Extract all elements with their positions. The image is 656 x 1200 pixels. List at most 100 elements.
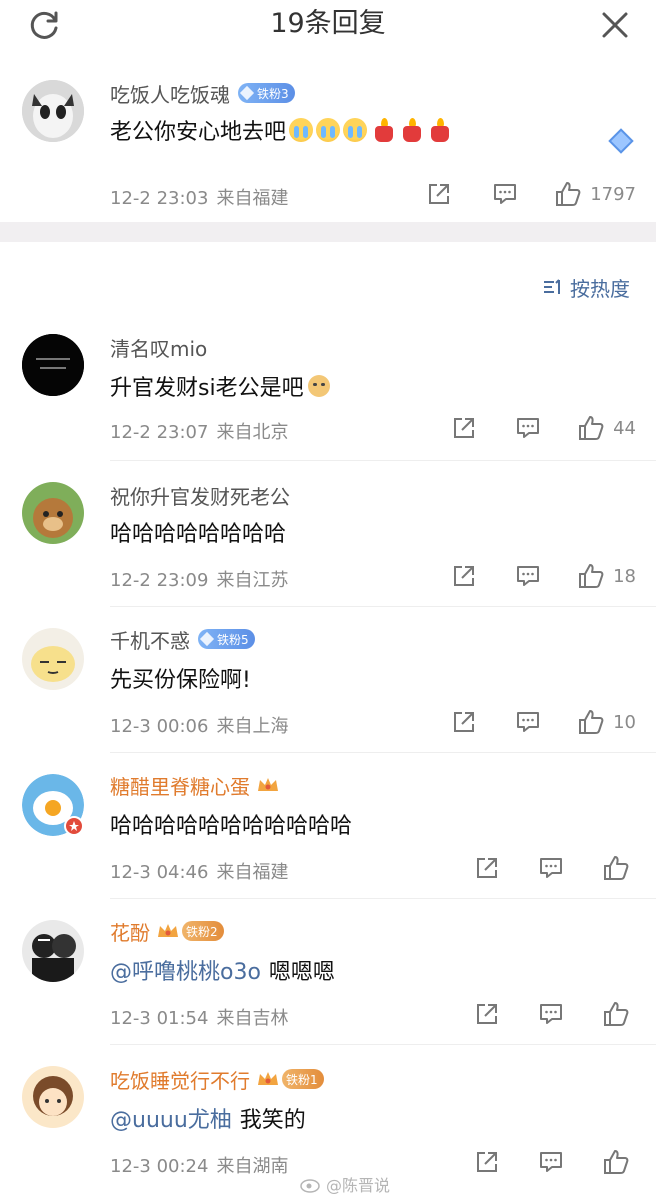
crown-icon: [258, 1072, 278, 1085]
comment-actions: [474, 1148, 630, 1176]
page-title: 19条回复: [270, 8, 386, 39]
like-button[interactable]: 10: [577, 708, 636, 736]
comment-text: 升官发财si老公是吧: [110, 370, 330, 402]
username[interactable]: 糖醋里脊糖心蛋: [110, 771, 250, 800]
comment-icon[interactable]: [515, 415, 541, 441]
reply-item: 花酚 铁粉2 @呼噜桃桃o3o 嗯嗯嗯 12-3 01:54 来自吉林: [0, 900, 656, 1046]
thumbs-up-icon: [556, 182, 581, 206]
comment-actions: 10: [451, 708, 636, 736]
comment-text: @uuuu尤柚 我笑的: [110, 1102, 306, 1134]
avatar[interactable]: [22, 920, 84, 982]
avatar[interactable]: [22, 774, 84, 836]
comment-meta: 12-2 23:09 来自江苏: [110, 566, 288, 592]
username[interactable]: 千机不惑: [110, 625, 190, 654]
reply-item: 千机不惑 铁粉5 先买份保险啊! 12-3 00:06 来自上海 10: [0, 608, 656, 754]
avatar[interactable]: [22, 334, 84, 396]
like-count: 10: [613, 711, 636, 733]
comment-location: 来自福建: [216, 862, 289, 883]
comment-text: 先买份保险啊!: [110, 668, 251, 693]
comment-actions: 44: [451, 414, 636, 442]
comment-time: 12-2 23:03: [110, 188, 209, 209]
comment-meta: 12-3 04:46 来自福建: [110, 858, 288, 884]
share-icon[interactable]: [474, 1001, 500, 1027]
comment-icon[interactable]: [538, 1149, 564, 1175]
close-icon[interactable]: [600, 10, 630, 40]
share-icon[interactable]: [474, 855, 500, 881]
mention-link[interactable]: @uuuu尤柚: [110, 1102, 232, 1134]
share-icon[interactable]: [451, 563, 477, 589]
thumbs-up-icon: [604, 856, 629, 880]
username[interactable]: 祝你升官发财死老公: [110, 481, 290, 510]
like-count: 44: [613, 417, 636, 439]
doge-icon: [307, 375, 330, 397]
comment-text: @呼噜桃桃o3o 嗯嗯嗯: [110, 954, 335, 986]
crown-icon: [258, 778, 278, 791]
weibo-logo-icon: [300, 1179, 320, 1193]
share-icon[interactable]: [426, 181, 452, 207]
comment-location: 来自江苏: [216, 570, 289, 591]
username[interactable]: 吃饭睡觉行不行: [110, 1065, 250, 1094]
sort-icon: [544, 279, 560, 294]
comment-location: 来自上海: [216, 716, 289, 737]
comment-meta: 12-3 00:24 来自湖南: [110, 1152, 288, 1178]
comment-icon[interactable]: [538, 1001, 564, 1027]
username[interactable]: 清名叹mio: [110, 333, 207, 362]
verified-badge-icon: [64, 816, 84, 836]
like-button[interactable]: 44: [577, 414, 636, 442]
divider: [110, 898, 656, 899]
fan-badge: 铁粉2: [182, 921, 224, 941]
diamond-decoration-icon: [608, 128, 634, 154]
sort-label: 按热度: [570, 276, 630, 301]
thumbs-up-icon: [604, 1002, 629, 1026]
avatar[interactable]: [22, 80, 84, 142]
share-icon[interactable]: [451, 415, 477, 441]
avatar[interactable]: [22, 628, 84, 690]
comment-location: 来自福建: [216, 188, 289, 209]
comment-icon[interactable]: [515, 709, 541, 735]
comment-actions: 1797: [426, 180, 636, 208]
comment-icon[interactable]: [492, 181, 518, 207]
mention-link[interactable]: @呼噜桃桃o3o: [110, 954, 261, 986]
comment-time: 12-3 04:46: [110, 862, 209, 883]
avatar[interactable]: [22, 482, 84, 544]
reply-item: 糖醋里脊糖心蛋 哈哈哈哈哈哈哈哈哈哈哈 12-3 04:46 来自福建: [0, 754, 656, 900]
comment-icon[interactable]: [538, 855, 564, 881]
like-count: 18: [613, 565, 636, 587]
divider: [110, 460, 656, 461]
like-button[interactable]: 18: [577, 562, 636, 590]
like-button[interactable]: [602, 1000, 630, 1028]
candle-icon: [373, 118, 395, 142]
crying-face-icon: [289, 118, 314, 142]
comment-meta: 12-2 23:03 来自福建: [110, 184, 288, 210]
thumbs-up-icon: [604, 1150, 629, 1174]
username[interactable]: 吃饭人吃饭魂: [110, 79, 230, 108]
comment-location: 来自吉林: [216, 1008, 289, 1029]
share-icon[interactable]: [474, 1149, 500, 1175]
comment-actions: [474, 1000, 630, 1028]
thumbs-up-icon: [579, 710, 604, 734]
sort-bar: 按热度: [0, 242, 656, 322]
avatar[interactable]: [22, 1066, 84, 1128]
reply-item: 祝你升官发财死老公 哈哈哈哈哈哈哈哈 12-2 23:09 来自江苏 18: [0, 462, 656, 608]
username[interactable]: 花酚: [110, 917, 150, 946]
comment-location: 来自北京: [216, 422, 289, 443]
like-button[interactable]: [602, 1148, 630, 1176]
fan-badge: 铁粉5: [198, 629, 255, 649]
divider: [110, 606, 656, 607]
comment-icon[interactable]: [515, 563, 541, 589]
watermark: @陈晋说: [300, 1172, 390, 1196]
sort-by-hot-button[interactable]: 按热度: [542, 272, 630, 302]
fan-badge: 铁粉1: [282, 1069, 324, 1089]
divider: [110, 1044, 656, 1045]
divider: [110, 752, 656, 753]
root-comment: 吃饭人吃饭魂 铁粉3 老公你安心地去吧 12-2 23:03 来自福建 1797: [0, 62, 656, 230]
like-button[interactable]: [602, 854, 630, 882]
comment-time: 12-3 01:54: [110, 1008, 209, 1029]
comment-time: 12-3 00:06: [110, 716, 209, 737]
thumbs-up-icon: [579, 564, 604, 588]
like-button[interactable]: 1797: [554, 180, 636, 208]
thumbs-up-icon: [579, 416, 604, 440]
comment-location: 来自湖南: [216, 1156, 289, 1177]
crying-face-icon: [316, 118, 341, 142]
share-icon[interactable]: [451, 709, 477, 735]
